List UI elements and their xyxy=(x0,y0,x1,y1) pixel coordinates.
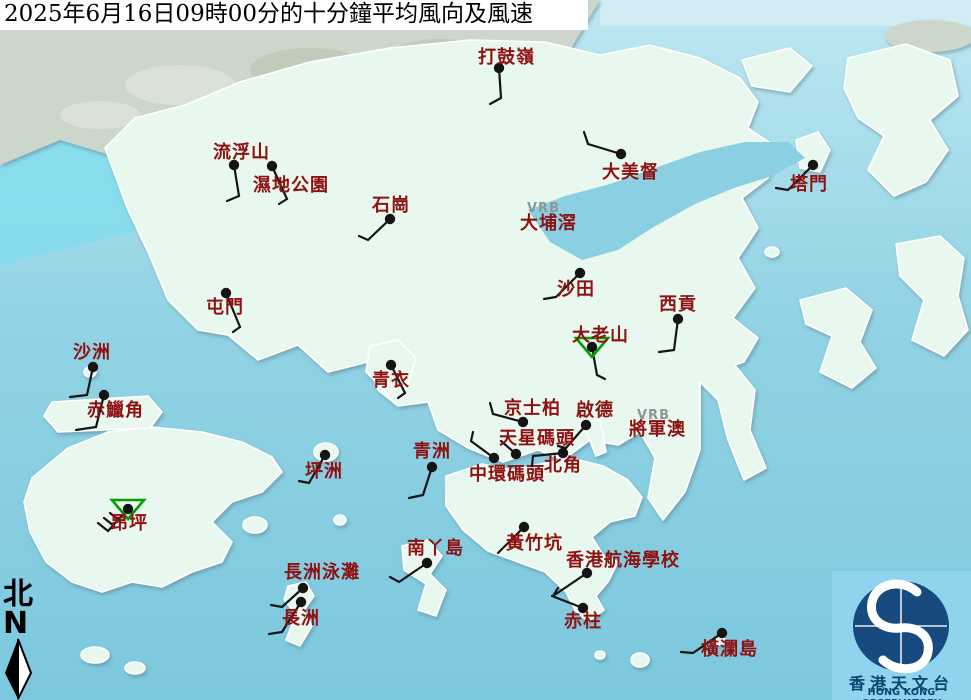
hong-kong-wind-map: 打鼓嶺流浮山濕地公園石崗大美督塔門VRB大埔滘沙田西貢大老山屯門沙洲赤鱲角青衣京… xyxy=(0,0,971,700)
station-label: 沙洲 xyxy=(73,342,111,363)
logo-english-label: HONG KONG OBSERVATORY xyxy=(832,687,971,700)
station-label: 赤柱 xyxy=(564,610,602,632)
station-label: 塔門 xyxy=(790,173,828,195)
station-label: 青衣 xyxy=(372,369,410,391)
station-dot xyxy=(519,522,529,532)
station-dot xyxy=(427,462,437,472)
station-label: 打鼓嶺 xyxy=(478,46,535,68)
station-dot xyxy=(386,360,396,370)
north-letter-label: N xyxy=(0,610,40,638)
station-label: 黃竹坑 xyxy=(505,532,563,554)
map-title: 2025年6月16日09時00分的十分鐘平均風向及風速 xyxy=(0,0,588,30)
soko-island xyxy=(81,647,109,663)
station-dot xyxy=(717,628,727,638)
station-label: 長洲 xyxy=(282,608,320,629)
station-label: 大埔滘 xyxy=(520,212,577,234)
station-label: 京士柏 xyxy=(504,397,561,419)
station-label: 濕地公園 xyxy=(253,174,329,196)
north-compass: 北 N xyxy=(0,580,40,700)
wind-map-page: 打鼓嶺流浮山濕地公園石崗大美督塔門VRB大埔滘沙田西貢大老山屯門沙洲赤鱲角青衣京… xyxy=(0,0,971,700)
station-label: 南丫島 xyxy=(407,537,464,559)
station-label: 赤鱲角 xyxy=(87,399,144,421)
station-label: 沙田 xyxy=(557,279,595,300)
islet xyxy=(765,247,779,257)
station-dot xyxy=(673,314,683,324)
station-dot xyxy=(808,160,818,170)
sunshine-island xyxy=(334,515,346,525)
station-dot xyxy=(581,420,591,430)
station-label: 屯門 xyxy=(206,296,244,318)
islet xyxy=(595,651,605,659)
station-label: 北角 xyxy=(544,454,582,476)
station-dot xyxy=(320,450,330,460)
station-dot xyxy=(422,558,432,568)
station-dot xyxy=(298,583,308,593)
station-dot xyxy=(575,268,585,278)
station-label: 石崗 xyxy=(371,194,410,216)
station-label: 橫瀾島 xyxy=(701,638,758,660)
station-label: 大美督 xyxy=(602,161,659,183)
hei-ling-chau-island xyxy=(243,517,267,533)
station-label: 青洲 xyxy=(413,441,451,462)
station-label: 昂坪 xyxy=(110,513,148,534)
station-label: 流浮山 xyxy=(213,141,270,163)
station-dot xyxy=(88,362,98,372)
station-dot xyxy=(267,161,277,171)
station-label: 啟德 xyxy=(576,399,614,421)
station-label: 天星碼頭 xyxy=(499,428,575,449)
po-toi-island xyxy=(631,653,649,667)
station-label: 將軍澳 xyxy=(629,418,686,440)
station-label: 長洲泳灘 xyxy=(284,561,360,583)
station-label: 香港航海學校 xyxy=(565,549,680,571)
station-dot xyxy=(489,453,499,463)
station-label: 坪洲 xyxy=(305,461,343,482)
station-dot xyxy=(616,149,626,159)
hko-logo: 香港天文台 HONG KONG OBSERVATORY xyxy=(832,571,971,700)
soko-island xyxy=(125,662,145,674)
station-label: 西貢 xyxy=(659,294,697,315)
compass-needle-icon xyxy=(1,638,35,700)
station-label: 大老山 xyxy=(572,324,629,346)
station-dot xyxy=(296,597,306,607)
station-dot xyxy=(511,449,521,459)
station-label: 中環碼頭 xyxy=(469,463,545,485)
station-dot xyxy=(99,390,109,400)
